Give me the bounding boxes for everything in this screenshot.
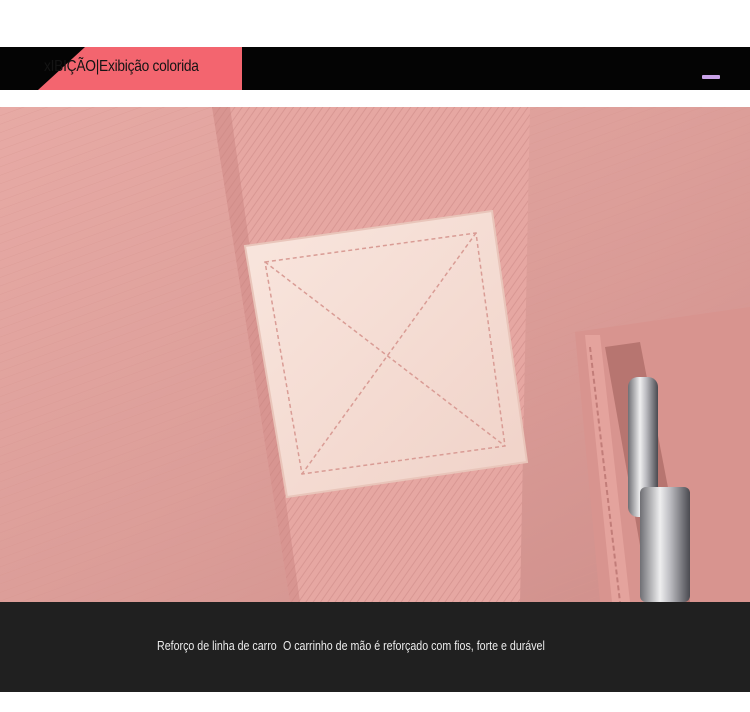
product-photo [0, 107, 750, 602]
caption-text: O carrinho de mão é reforçado com fios, … [282, 638, 545, 653]
section-title: xIBIÇÃO|Exibição colorida [44, 58, 199, 75]
caption: Reforço de linha de carro O carrinho de … [157, 638, 548, 653]
leather-patch [243, 209, 529, 499]
menu-icon[interactable] [702, 75, 720, 79]
caption-title: Reforço de linha de carro [157, 638, 277, 653]
